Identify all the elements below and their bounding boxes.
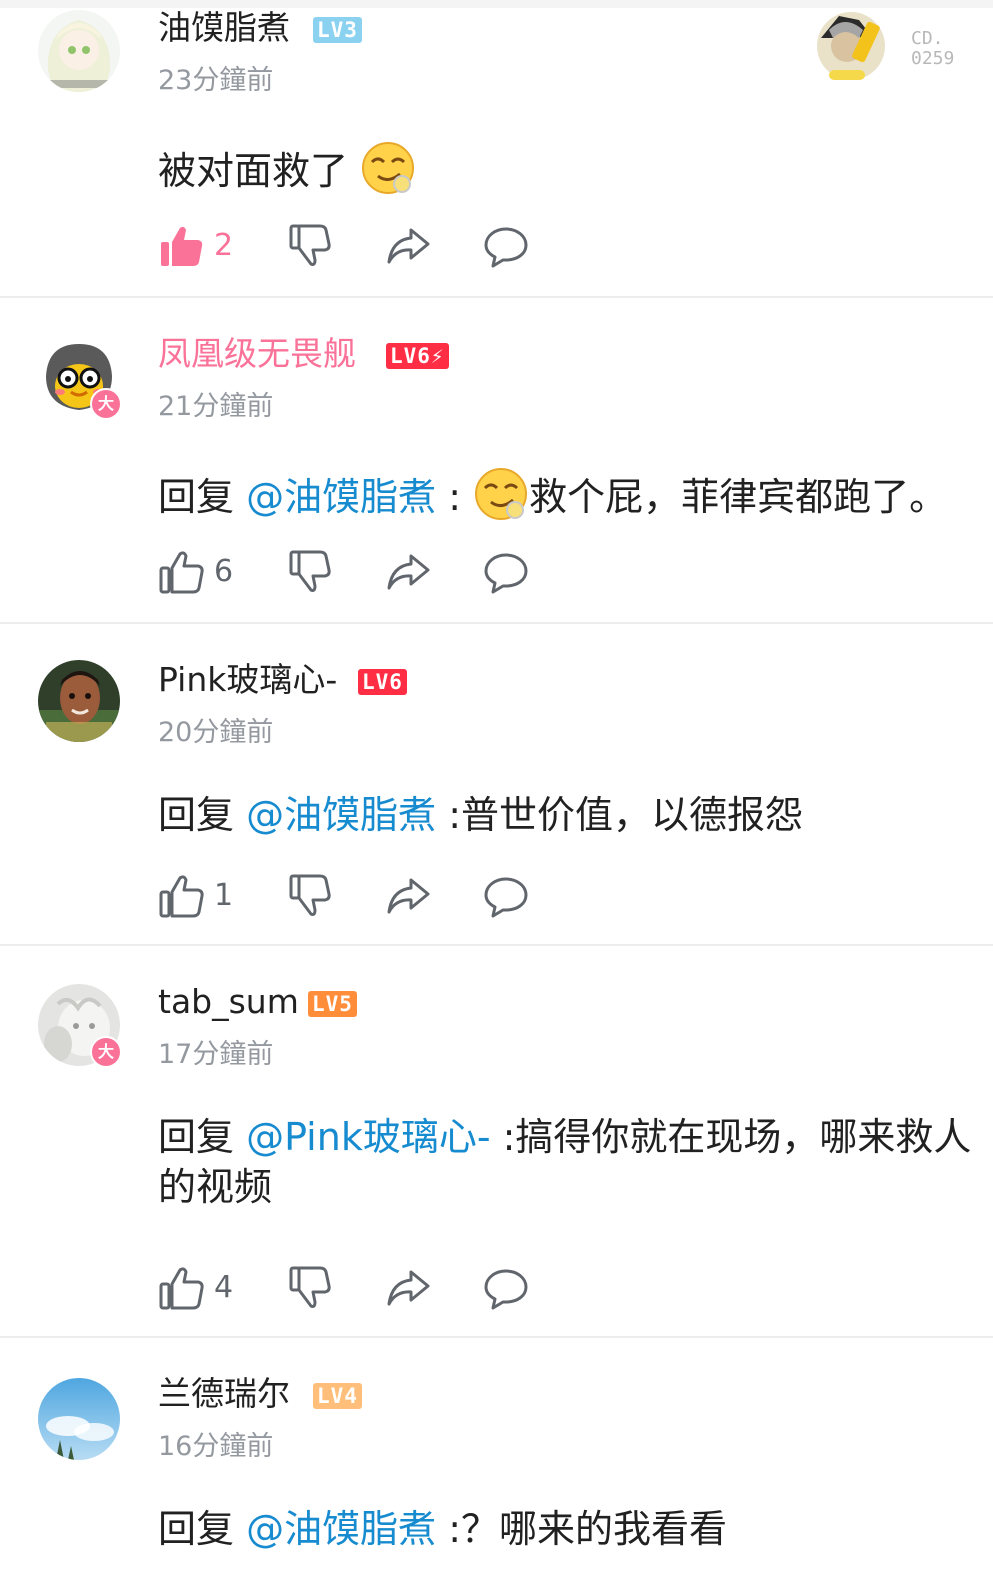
like-button[interactable] bbox=[158, 872, 206, 920]
level-badge: LV6 bbox=[358, 669, 407, 695]
username[interactable]: tab_sum bbox=[158, 982, 299, 1022]
like-count: 1 bbox=[214, 878, 234, 913]
share-button[interactable] bbox=[384, 222, 432, 270]
like-button[interactable] bbox=[158, 222, 206, 270]
share-button[interactable] bbox=[384, 1264, 432, 1312]
reply-button[interactable] bbox=[482, 872, 530, 920]
comment-bubble-icon bbox=[484, 877, 528, 918]
share-arrow-icon bbox=[387, 554, 430, 590]
username[interactable]: 油馍脂煮 bbox=[158, 8, 290, 48]
dislike-button[interactable] bbox=[286, 872, 334, 920]
smirk-emoji-icon bbox=[360, 140, 416, 196]
comment-bubble-icon bbox=[484, 1269, 528, 1310]
comment-item: Pink玻璃心- LV6 20分鐘前 回复 @油馍脂煮 :普世价值，以德报怨 1 bbox=[0, 624, 993, 946]
comment-content: 回复 @油馍脂煮 : 救个屁，菲律宾都跑了。 bbox=[158, 466, 993, 522]
comment-item: 兰德瑞尔 LV4 16分鐘前 回复 @油馍脂煮 :？哪来的我看看 bbox=[0, 1338, 993, 1590]
comment-item: 油馍脂煮 LV3 23分鐘前 CD. 0259 被对面救了 2 bbox=[0, 0, 993, 298]
reply-separator: : bbox=[436, 475, 474, 519]
comment-item: 大 凤凰级无畏舰 LV6⚡ 21分鐘前 回复 @油馍脂煮 : 救个屁，菲律宾都跑… bbox=[0, 298, 993, 624]
reply-button[interactable] bbox=[482, 548, 530, 596]
comment-time: 21分鐘前 bbox=[158, 391, 274, 422]
share-arrow-icon bbox=[387, 1270, 430, 1306]
thumbs-up-icon bbox=[159, 875, 204, 918]
avatar[interactable] bbox=[38, 1378, 120, 1460]
thumbs-down-icon bbox=[289, 1266, 331, 1308]
big-member-badge: 大 bbox=[90, 388, 122, 420]
thumbs-down-icon bbox=[289, 874, 331, 916]
avatar[interactable] bbox=[38, 660, 120, 742]
like-count: 2 bbox=[214, 228, 234, 263]
dislike-button[interactable] bbox=[286, 222, 334, 270]
decoration-card[interactable]: CD. 0259 bbox=[799, 8, 979, 88]
share-button[interactable] bbox=[384, 548, 432, 596]
comment-time: 17分鐘前 bbox=[158, 1039, 274, 1070]
reply-button[interactable] bbox=[482, 1264, 530, 1312]
mention-link[interactable]: @油馍脂煮 bbox=[246, 475, 436, 519]
share-arrow-icon bbox=[387, 878, 430, 914]
dislike-button[interactable] bbox=[286, 1264, 334, 1312]
like-count: 4 bbox=[214, 1270, 234, 1305]
mention-link[interactable]: @油馍脂煮 bbox=[246, 793, 436, 837]
like-button[interactable] bbox=[158, 1264, 206, 1312]
comment-time: 23分鐘前 bbox=[158, 65, 274, 96]
username[interactable]: 凤凰级无畏舰 bbox=[158, 334, 356, 374]
comment-content: 回复 @Pink玻璃心- :搞得你就在现场，哪来救人的视频 bbox=[158, 1115, 972, 1209]
big-member-badge: 大 bbox=[90, 1036, 122, 1068]
thumbs-down-icon bbox=[289, 224, 331, 266]
reply-text: 救个屁，菲律宾都跑了。 bbox=[529, 475, 948, 519]
username[interactable]: 兰德瑞尔 bbox=[158, 1374, 290, 1414]
like-count: 6 bbox=[214, 554, 234, 589]
thumbs-up-icon bbox=[161, 226, 203, 266]
avatar[interactable] bbox=[38, 10, 120, 92]
comment-content: 回复 @油馍脂煮 :普世价值，以德报怨 bbox=[158, 793, 803, 837]
level-badge: LV3 bbox=[313, 17, 362, 43]
like-button[interactable] bbox=[158, 548, 206, 596]
comment-time: 16分鐘前 bbox=[158, 1431, 274, 1462]
mention-link[interactable]: @油馍脂煮 bbox=[246, 1507, 436, 1551]
comment-time: 20分鐘前 bbox=[158, 717, 274, 748]
thumbs-up-icon bbox=[159, 1267, 204, 1310]
mention-link[interactable]: @Pink玻璃心- bbox=[246, 1115, 490, 1159]
thumbs-down-icon bbox=[289, 550, 331, 592]
thumbs-up-icon bbox=[159, 551, 204, 594]
share-button[interactable] bbox=[384, 872, 432, 920]
comment-content: 回复 @油馍脂煮 :？哪来的我看看 bbox=[158, 1507, 727, 1551]
level-badge: LV4 bbox=[313, 1383, 362, 1409]
smirk-emoji-icon bbox=[473, 466, 529, 522]
reply-button[interactable] bbox=[482, 222, 530, 270]
decoration-code: CD. bbox=[911, 28, 944, 49]
username[interactable]: Pink玻璃心- bbox=[158, 660, 337, 700]
decoration-number: 0259 bbox=[911, 48, 954, 69]
share-arrow-icon bbox=[387, 228, 430, 264]
dislike-button[interactable] bbox=[286, 548, 334, 596]
level-badge: LV5 bbox=[308, 991, 357, 1017]
level-badge: LV6⚡ bbox=[386, 343, 449, 369]
comment-content: 被对面救了 bbox=[158, 140, 993, 196]
comment-bubble-icon bbox=[484, 227, 528, 268]
comment-item: 大 tab_sum LV5 17分鐘前 回复 @Pink玻璃心- :搞得你就在现… bbox=[0, 946, 993, 1338]
comment-bubble-icon bbox=[484, 553, 528, 594]
